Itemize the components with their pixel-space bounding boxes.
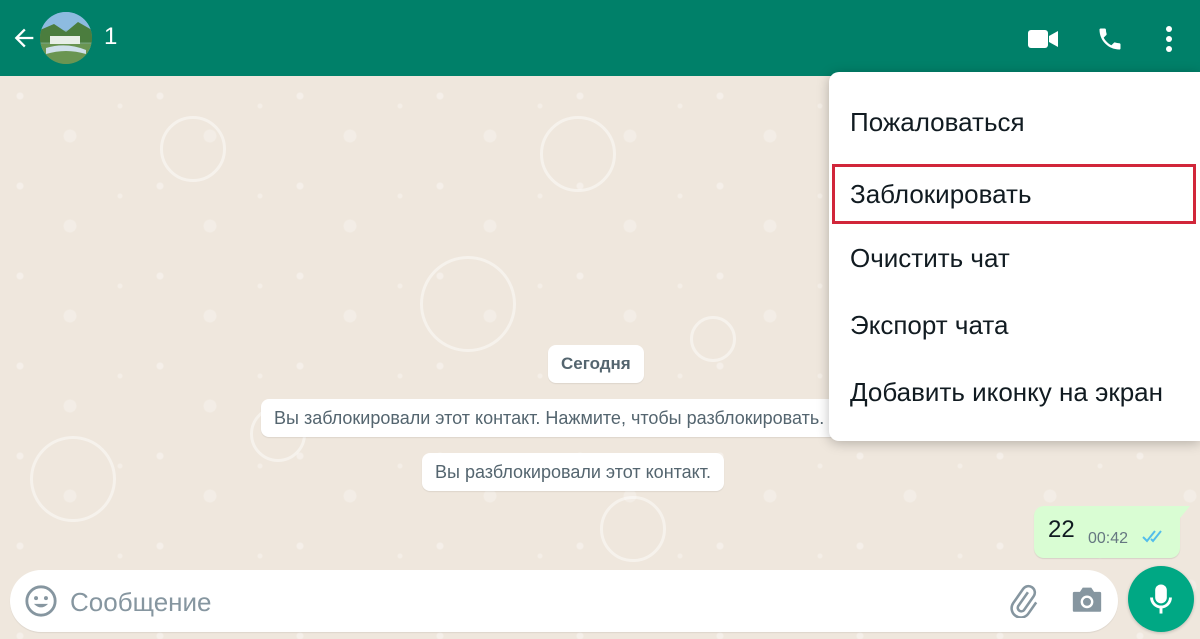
- menu-item-clear-chat[interactable]: Очистить чат: [829, 228, 1200, 288]
- more-options-button[interactable]: [1152, 22, 1186, 56]
- video-camera-icon: [1028, 30, 1058, 48]
- menu-item-add-shortcut[interactable]: Добавить иконку на экран: [829, 362, 1200, 422]
- options-menu: Пожаловаться Заблокировать Очистить чат …: [829, 72, 1200, 441]
- voice-call-button[interactable]: [1093, 22, 1127, 56]
- wallpaper-doodle: [160, 116, 226, 182]
- contact-name[interactable]: 1: [104, 22, 117, 52]
- arrow-left-icon: [14, 28, 34, 48]
- avatar[interactable]: [40, 12, 92, 64]
- more-vertical-icon: [1166, 26, 1172, 52]
- double-check-icon: [1142, 530, 1162, 543]
- back-button[interactable]: [8, 22, 40, 54]
- phone-icon: [1099, 28, 1121, 50]
- whatsapp-chat-screen: 1 Сегодня Вы заблокировали этот контакт.…: [0, 0, 1200, 639]
- message-time: 00:42: [1088, 530, 1129, 547]
- paperclip-icon: [1010, 584, 1038, 619]
- unblocked-system-message: Вы разблокировали этот контакт.: [422, 453, 725, 491]
- wallpaper-doodle: [420, 256, 516, 352]
- blocked-system-message[interactable]: Вы заблокировали этот контакт. Нажмите, …: [261, 399, 887, 437]
- video-call-button[interactable]: [1026, 22, 1060, 56]
- voice-record-button[interactable]: [1128, 566, 1194, 632]
- message-input[interactable]: [68, 580, 972, 624]
- chat-header: 1: [0, 0, 1200, 76]
- message-input-bar: [10, 570, 1118, 632]
- wallpaper-doodle: [540, 116, 616, 192]
- wallpaper-doodle: [690, 316, 736, 362]
- wallpaper-doodle: [600, 496, 666, 562]
- emoji-button[interactable]: [24, 584, 58, 618]
- wallpaper-doodle: [30, 436, 116, 522]
- menu-item-export-chat[interactable]: Экспорт чата: [829, 295, 1200, 355]
- attach-button[interactable]: [1006, 584, 1040, 619]
- camera-icon: [1072, 587, 1102, 612]
- message-text: 22: [1048, 516, 1075, 543]
- avatar-image: [40, 12, 92, 64]
- outgoing-message-bubble[interactable]: 22 00:42: [1034, 506, 1190, 558]
- microphone-icon: [1150, 584, 1172, 614]
- emoji-icon: [25, 585, 57, 617]
- date-divider: Сегодня: [548, 345, 644, 383]
- menu-item-block[interactable]: Заблокировать: [832, 164, 1196, 224]
- menu-item-report[interactable]: Пожаловаться: [829, 92, 1200, 152]
- camera-button[interactable]: [1070, 584, 1106, 618]
